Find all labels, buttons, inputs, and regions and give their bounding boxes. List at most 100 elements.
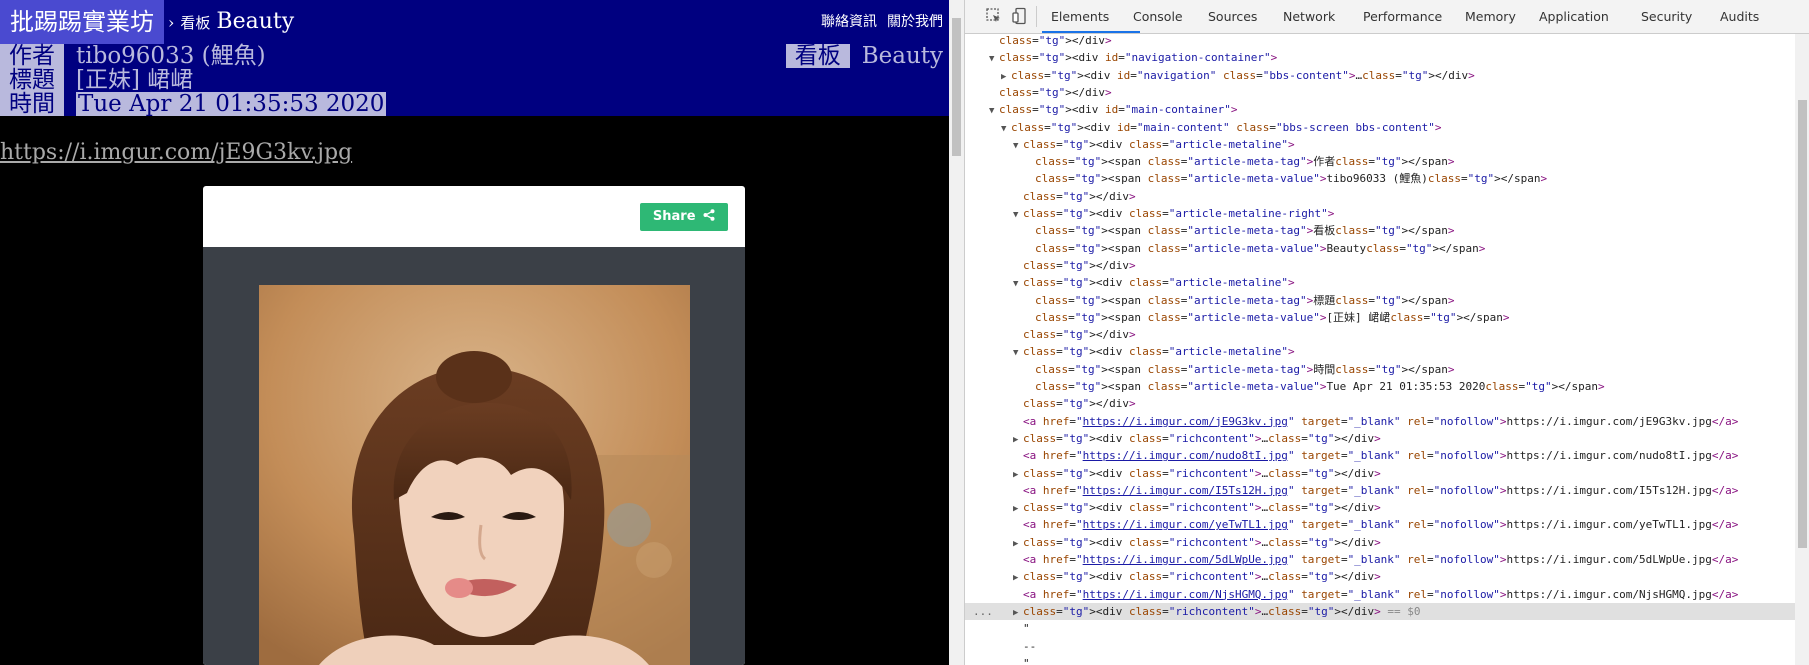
tab-audits[interactable]: Audits <box>1720 0 1759 33</box>
dom-node-row[interactable]: class="tg"></div> <box>965 34 1795 49</box>
article-photo[interactable] <box>259 285 690 665</box>
dom-node-text: class="tg"><div class="richcontent">…cla… <box>1023 501 1381 515</box>
dom-node-row[interactable]: <a href="https://i.imgur.com/yeTwTL1.jpg… <box>965 516 1795 533</box>
dom-node-text: <a href="https://i.imgur.com/yeTwTL1.jpg… <box>1023 518 1739 532</box>
dom-node-row[interactable]: class="tg"></div> <box>965 188 1795 205</box>
dom-node-row[interactable]: <a href="https://i.imgur.com/NjsHGMQ.jpg… <box>965 586 1795 603</box>
share-label: Share <box>652 209 696 224</box>
board-value: Beauty <box>861 43 943 69</box>
dom-node-row[interactable]: ▼ class="tg"><div id="main-content" class… <box>965 119 1795 136</box>
article-page: 批踢踢實業坊 › 看板 Beauty 聯絡資訊 關於我們 作者 tibo96033 (鯉… <box>0 0 949 665</box>
tab-console[interactable]: Console <box>1133 0 1183 33</box>
richcontent-embed: Share <box>203 186 745 665</box>
dom-node-text: class="tg"><div class="article-metaline"… <box>1023 276 1295 290</box>
dom-node-row[interactable]: -- <box>965 638 1795 655</box>
dom-node-text: class="tg"><div class="article-metaline-… <box>1023 207 1335 220</box>
dom-node-row[interactable]: ▼ class="tg"><div class="article-metaline… <box>965 343 1795 360</box>
dom-node-text: class="tg"><span class="article-meta-tag… <box>1035 155 1455 169</box>
author-tag: 作者 <box>0 44 64 68</box>
device-toolbar-icon[interactable] <box>1011 7 1029 25</box>
share-button[interactable]: Share <box>640 203 728 231</box>
title-tag: 標題 <box>0 68 64 92</box>
board-link[interactable]: Beauty <box>216 9 294 34</box>
dom-node-row[interactable]: ▶ class="tg"><div class="richcontent">…cl… <box>965 602 1795 620</box>
dom-node-row[interactable]: class="tg"></div> <box>965 326 1795 343</box>
dom-node-text: class="tg"><div class="richcontent">…cla… <box>1023 570 1381 584</box>
devtools-panel: Elements Console Sources Network Perform… <box>964 0 1809 665</box>
tab-elements[interactable]: Elements <box>1051 0 1109 33</box>
tab-memory[interactable]: Memory <box>1465 0 1516 33</box>
dom-node-row[interactable]: ▼ class="tg"><div id="main-container"> <box>965 101 1795 118</box>
dom-node-text: class="tg"></div> <box>1023 397 1136 411</box>
dom-node-text: <a href="https://i.imgur.com/nudo8tI.jpg… <box>1023 449 1739 463</box>
dom-node-row[interactable]: class="tg"><span class="article-meta-val… <box>965 378 1795 395</box>
dom-node-row[interactable]: class="tg"><span class="article-meta-val… <box>965 170 1795 187</box>
dom-node-row[interactable]: <a href="https://i.imgur.com/I5Ts12H.jpg… <box>965 482 1795 499</box>
dom-node-row[interactable]: ▼ class="tg"><div id="navigation-containe… <box>965 49 1795 66</box>
article-meta: 作者 tibo96033 (鯉魚) 看板 Beauty 標題 [正妹] 峮峮 時間 Tu… <box>0 44 949 116</box>
breadcrumb-separator: › <box>168 13 175 32</box>
devtools-scrollbar[interactable] <box>1795 34 1809 665</box>
about-link[interactable]: 關於我們 <box>887 14 943 30</box>
dom-node-row[interactable]: ▶ class="tg"><div class="richcontent">…cl… <box>965 430 1795 447</box>
dom-node-text: <a href="https://i.imgur.com/jE9G3kv.jpg… <box>1023 414 1739 428</box>
dom-node-row[interactable]: " <box>965 620 1795 637</box>
dom-node-row[interactable]: class="tg"><span class="article-meta-val… <box>965 309 1795 326</box>
dom-node-row[interactable]: class="tg"></div> <box>965 84 1795 101</box>
dom-node-text: " <box>1023 622 1030 636</box>
dom-node-text: <a href="https://i.imgur.com/NjsHGMQ.jpg… <box>1023 587 1739 601</box>
inspect-element-icon[interactable] <box>985 7 1003 25</box>
dom-node-row[interactable]: ▶ class="tg"><div class="richcontent">…cl… <box>965 499 1795 516</box>
dom-node-text: class="tg"><span class="article-meta-val… <box>1035 241 1486 255</box>
image-link[interactable]: https://i.imgur.com/jE9G3kv.jpg <box>0 140 949 165</box>
dom-node-text: class="tg"><div id="navigation" class="b… <box>1011 68 1475 82</box>
dom-node-row[interactable]: ▶ class="tg"><div class="richcontent">…cl… <box>965 534 1795 551</box>
contact-link[interactable]: 聯絡資訊 <box>821 14 877 30</box>
dom-node-text: class="tg"><div class="richcontent">…cla… <box>1023 466 1381 480</box>
dom-node-text: class="tg"></div> <box>999 34 1112 47</box>
tab-sources[interactable]: Sources <box>1208 0 1257 33</box>
node-actions-ellipsis[interactable]: ... <box>973 603 993 620</box>
dom-node-row[interactable]: class="tg"></div> <box>965 257 1795 274</box>
dom-node-row[interactable]: class="tg"><span class="article-meta-val… <box>965 240 1795 257</box>
tab-network[interactable]: Network <box>1283 0 1335 33</box>
dom-node-text: class="tg"><div id="navigation-container… <box>999 51 1278 65</box>
breadcrumb: › 看板 Beauty <box>168 0 294 44</box>
dom-node-text: class="tg"><span class="article-meta-tag… <box>1035 362 1455 376</box>
tab-performance[interactable]: Performance <box>1363 0 1442 33</box>
dom-node-row[interactable]: ▼ class="tg"><div class="article-metaline… <box>965 274 1795 291</box>
title-metaline: 標題 [正妹] 峮峮 <box>0 68 193 92</box>
dom-node-text: class="tg"></div> <box>1023 189 1136 203</box>
share-icon <box>703 209 715 221</box>
dom-node-row[interactable]: ▼ class="tg"><div class="article-metaline… <box>965 136 1795 153</box>
dom-node-row[interactable]: class="tg"></div> <box>965 395 1795 412</box>
dom-node-row[interactable]: ▼ class="tg"><div class="article-metaline… <box>965 205 1795 222</box>
dom-node-row[interactable]: class="tg"><span class="article-meta-tag… <box>965 361 1795 378</box>
tab-security[interactable]: Security <box>1641 0 1692 33</box>
dom-node-row[interactable]: class="tg"><span class="article-meta-tag… <box>965 222 1795 239</box>
dom-node-row[interactable]: <a href="https://i.imgur.com/nudo8tI.jpg… <box>965 447 1795 464</box>
page-scrollbar[interactable] <box>949 0 964 665</box>
dom-node-row[interactable]: <a href="https://i.imgur.com/5dLWpUe.jpg… <box>965 551 1795 568</box>
author-value: tibo96033 (鯉魚) <box>76 43 266 69</box>
devtools-scrollbar-thumb[interactable] <box>1798 100 1807 548</box>
page-scrollbar-thumb[interactable] <box>952 18 961 156</box>
dom-node-row[interactable]: class="tg"><span class="article-meta-tag… <box>965 153 1795 170</box>
board-tag: 看板 <box>785 44 850 68</box>
dom-node-row[interactable]: <a href="https://i.imgur.com/jE9G3kv.jpg… <box>965 413 1795 430</box>
title-value: [正妹] 峮峮 <box>76 67 194 93</box>
tab-application[interactable]: Application <box>1539 0 1609 33</box>
dom-node-text: class="tg"><div class="article-metaline"… <box>1023 137 1295 151</box>
dom-node-row[interactable]: ▶ class="tg"><div class="richcontent">…cl… <box>965 568 1795 585</box>
dom-node-text: class="tg"><div class="richcontent">…cla… <box>1023 535 1381 549</box>
board-prefix: 看板 <box>180 14 211 32</box>
dom-node-text: -- <box>1023 639 1037 653</box>
image-stage <box>203 247 745 665</box>
dom-node-row[interactable]: " <box>965 655 1795 665</box>
dom-node-row[interactable]: class="tg"><span class="article-meta-tag… <box>965 292 1795 309</box>
site-logo-link[interactable]: 批踢踢實業坊 <box>0 0 164 44</box>
dom-node-text: class="tg"></div> <box>1023 258 1136 272</box>
dom-node-text: class="tg"><div class="article-metaline"… <box>1023 345 1295 359</box>
dom-node-row[interactable]: ▶ class="tg"><div id="navigation" class="… <box>965 67 1795 84</box>
dom-node-row[interactable]: ▶ class="tg"><div class="richcontent">…cl… <box>965 465 1795 482</box>
